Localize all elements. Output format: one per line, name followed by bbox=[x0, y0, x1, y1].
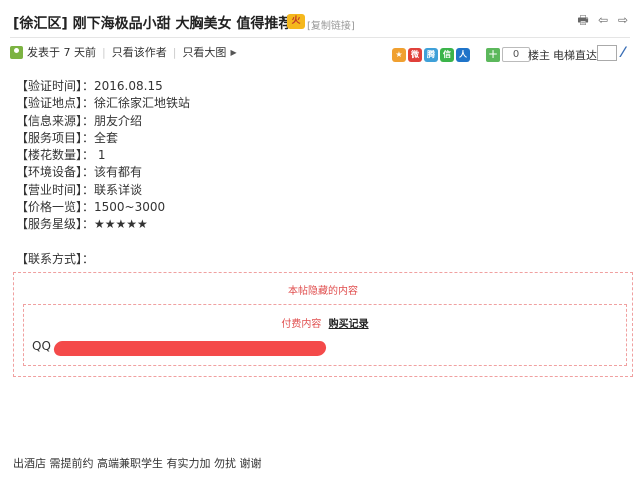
info-price: 【价格一览】：1500~3000 bbox=[16, 200, 166, 215]
large-image-link[interactable]: 只看大图 bbox=[182, 44, 226, 60]
post-info-list: 【验证时间】：2016.08.15 【验证地点】：徐汇徐家汇地铁站 【信息来源】… bbox=[16, 78, 190, 234]
wechat-icon[interactable]: 信 bbox=[440, 48, 454, 62]
post-title-bar: [徐汇区] 刚下海极品小甜 大胸美女 值得推荐 火 [复制链接] 🖶 ⇦ ⇨ bbox=[10, 10, 630, 34]
hidden-content-box: 本帖隐藏的内容 付费内容 购买记录 QQ bbox=[13, 272, 633, 377]
renren-icon[interactable]: 人 bbox=[456, 48, 470, 62]
paid-content-header: 付费内容 购买记录 bbox=[24, 315, 626, 330]
redaction-mark bbox=[52, 341, 328, 356]
hidden-content-title: 本帖隐藏的内容 bbox=[288, 286, 358, 297]
info-hours: 【营业时间】：联系详谈 bbox=[16, 182, 143, 197]
go-floor-icon[interactable]: ⁄ bbox=[622, 45, 632, 61]
info-service: 【服务项目】：全套 bbox=[16, 130, 119, 145]
triangle-right-icon[interactable]: ▶ bbox=[230, 48, 236, 57]
author-only-link[interactable]: 只看该作者 bbox=[112, 44, 167, 60]
divider bbox=[10, 37, 630, 38]
share-icons: ★ 微 腾 信 人 bbox=[392, 48, 470, 62]
separator: | bbox=[172, 45, 177, 59]
qq-label: QQ bbox=[32, 339, 51, 353]
info-rating: 【服务星级】：★★★★★ bbox=[16, 217, 148, 232]
hot-badge-icon: 火 bbox=[287, 14, 305, 29]
info-verify-time: 【验证时间】：2016.08.15 bbox=[16, 79, 163, 93]
elevator-label: 电梯直达 bbox=[553, 49, 597, 62]
post-footer-note: 出酒店 需提前约 高端兼职学生 有实力加 勿扰 谢谢 bbox=[13, 457, 262, 470]
weibo-icon[interactable]: 微 bbox=[408, 48, 422, 62]
post-meta: 发表于 7 天前 | 只看该作者 | 只看大图 ▶ bbox=[10, 44, 237, 60]
info-verify-place: 【验证地点】：徐汇徐家汇地铁站 bbox=[16, 96, 191, 111]
add-share-icon[interactable]: + bbox=[486, 48, 500, 62]
info-environment: 【环境设备】：该有都有 bbox=[16, 165, 143, 180]
title-tools: 🖶 ⇦ ⇨ bbox=[576, 13, 630, 27]
purchase-record-link[interactable]: 购买记录 bbox=[329, 319, 369, 330]
paid-content-label: 付费内容 bbox=[281, 319, 322, 330]
post-title: [徐汇区] 刚下海极品小甜 大胸美女 值得推荐 bbox=[13, 16, 293, 32]
separator: | bbox=[102, 45, 106, 59]
floor-label: 楼主 bbox=[528, 49, 550, 62]
tencent-weibo-icon[interactable]: 腾 bbox=[424, 48, 438, 62]
post-meta-bar: 发表于 7 天前 | 只看该作者 | 只看大图 ▶ ★ 微 腾 信 人 + 0 … bbox=[10, 44, 630, 64]
author-icon bbox=[10, 45, 23, 59]
copy-link[interactable]: [复制链接] bbox=[307, 17, 355, 32]
contact-label: 【联系方式】： bbox=[16, 252, 95, 266]
share-count: 0 bbox=[502, 47, 530, 62]
print-icon[interactable]: 🖶 bbox=[576, 13, 590, 27]
next-thread-icon[interactable]: ⇨ bbox=[616, 13, 630, 27]
post-time: 发表于 7 天前 bbox=[27, 46, 96, 59]
info-count: 【楼花数量】： 1 bbox=[16, 148, 106, 163]
info-source: 【信息来源】：朋友介绍 bbox=[16, 113, 143, 128]
qzone-icon[interactable]: ★ bbox=[392, 48, 406, 62]
prev-thread-icon[interactable]: ⇦ bbox=[596, 13, 610, 27]
paid-content-box: 付费内容 购买记录 QQ bbox=[23, 304, 627, 366]
elevator-input[interactable] bbox=[597, 45, 617, 61]
